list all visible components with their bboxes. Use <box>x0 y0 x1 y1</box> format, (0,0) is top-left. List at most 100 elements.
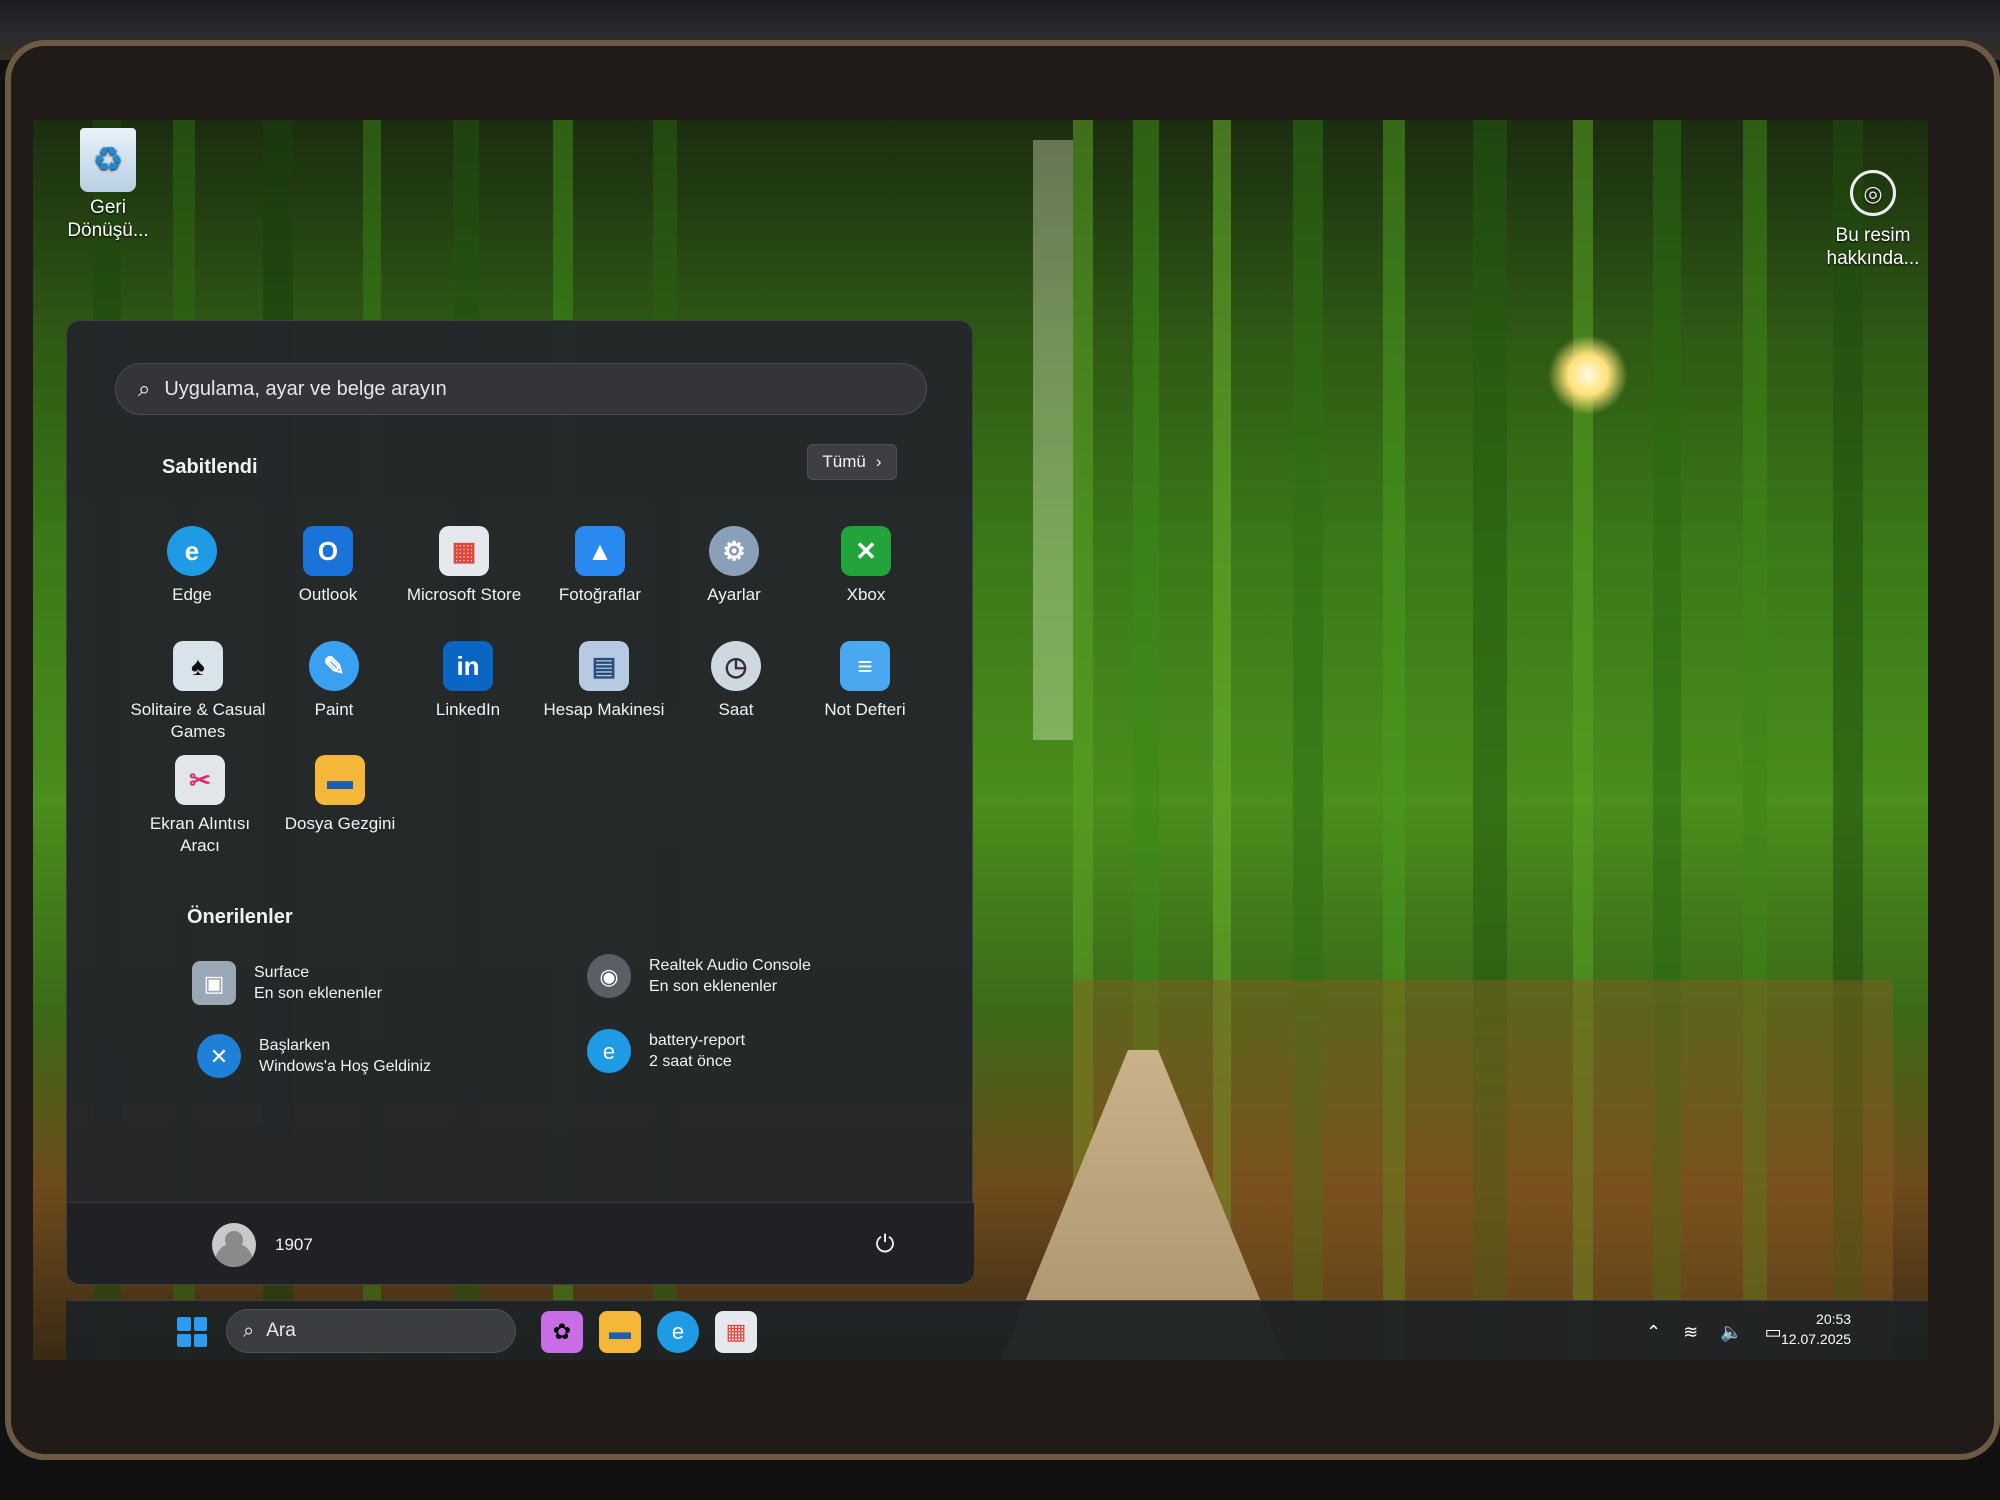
chevron-right-icon: › <box>875 452 882 471</box>
clock-icon: ◷ <box>711 641 761 691</box>
pinned-section-title: Sabitlendi <box>162 456 258 478</box>
taskbar-search-input[interactable]: ⌕ Ara <box>226 1309 516 1353</box>
pinned-app-label: Ayarlar <box>707 585 761 604</box>
pinned-app-label: Saat <box>718 700 754 719</box>
desktop: ♻ Geri Dönüşü... ◎ Bu resim hakkında... … <box>33 120 1928 1360</box>
pinned-app-label: Not Defteri <box>824 700 906 719</box>
outlook-icon: O <box>303 526 353 576</box>
about-picture-label: Bu resim hakkında... <box>1826 225 1920 269</box>
snipping-tool-icon: ✂ <box>175 755 225 805</box>
chevron-up-icon[interactable]: ⌃ <box>1646 1322 1661 1343</box>
start-search-placeholder: Uygulama, ayar ve belge arayın <box>164 377 447 400</box>
file-explorer-icon: ▬ <box>609 1319 631 1344</box>
pinned-app-label: Edge <box>172 585 212 604</box>
pinned-app-edge[interactable]: e Edge <box>122 526 262 606</box>
pinned-app-notepad[interactable]: ≡ Not Defteri <box>795 641 935 721</box>
recommended-title: Realtek Audio Console <box>649 957 811 974</box>
pinned-app-clock[interactable]: ◷ Saat <box>666 641 806 721</box>
pinned-app-label: Hesap Makinesi <box>543 700 665 719</box>
all-apps-label: Tümü <box>822 452 866 471</box>
edge-icon: e <box>671 1319 685 1344</box>
linkedin-icon: in <box>443 641 493 691</box>
notepad-icon: ≡ <box>840 641 890 691</box>
surface-icon: ▣ <box>192 961 236 1005</box>
taskbar-store-button[interactable]: ▦ <box>715 1311 757 1353</box>
sunlight <box>1548 335 1628 415</box>
pinned-app-paint[interactable]: ✎ Paint <box>264 641 404 721</box>
clock-date: 12.07.2025 <box>1781 1331 1852 1347</box>
recommended-subtitle: Windows'a Hoş Geldiniz <box>259 1058 432 1075</box>
recommended-title: Başlarken <box>259 1037 331 1054</box>
recycle-bin-desktop-icon[interactable]: ♻ Geri Dönüşü... <box>53 120 163 242</box>
start-search-input[interactable]: ⌕ Uygulama, ayar ve belge arayın <box>115 363 927 415</box>
power-button[interactable]: ⏻ <box>865 1225 905 1265</box>
start-button[interactable] <box>171 1311 213 1353</box>
file-explorer-icon: ▬ <box>315 755 365 805</box>
taskbar-file-explorer-button[interactable]: ▬ <box>599 1311 641 1353</box>
pinned-app-microsoft-store[interactable]: ▦ Microsoft Store <box>394 526 534 606</box>
wifi-icon[interactable]: ≋ <box>1683 1322 1698 1343</box>
recommended-subtitle: En son eklenenler <box>254 985 383 1002</box>
start-menu-footer: 1907 ⏻ <box>67 1202 974 1284</box>
settings-gear-icon: ⚙ <box>709 526 759 576</box>
recommended-item[interactable]: ▣ Surface En son eklenenler <box>192 961 382 1005</box>
pinned-app-label: Xbox <box>846 585 886 604</box>
pinned-app-label: Paint <box>314 700 354 719</box>
user-avatar[interactable] <box>212 1223 256 1267</box>
recommended-item[interactable]: e battery-report 2 saat önce <box>587 1029 745 1073</box>
copilot-icon: ✿ <box>552 1319 572 1344</box>
pinned-app-label: Solitaire & Casual Games <box>130 700 266 741</box>
recommended-section-title: Önerilenler <box>187 906 293 928</box>
taskbar-clock[interactable]: 20:53 12.07.2025 <box>1781 1309 1851 1349</box>
windows-logo-icon <box>177 1333 191 1347</box>
pinned-app-label: Outlook <box>298 585 358 604</box>
microsoft-store-icon: ▦ <box>439 526 489 576</box>
solitaire-icon: ♠ <box>173 641 223 691</box>
recommended-title: Surface <box>254 964 310 981</box>
pinned-app-snipping-tool[interactable]: ✂ Ekran Alıntısı Aracı <box>130 755 270 857</box>
power-icon: ⏻ <box>875 1231 895 1258</box>
recommended-subtitle: En son eklenenler <box>649 978 778 995</box>
pinned-app-label: Fotoğraflar <box>558 585 642 604</box>
recommended-item[interactable]: ◉ Realtek Audio Console En son eklenenle… <box>587 954 811 998</box>
xbox-icon: ✕ <box>841 526 891 576</box>
calculator-icon: ▤ <box>579 641 629 691</box>
pinned-app-file-explorer[interactable]: ▬ Dosya Gezgini <box>270 755 410 835</box>
edge-document-icon: e <box>587 1029 631 1073</box>
pinned-app-linkedin[interactable]: in LinkedIn <box>398 641 538 721</box>
recommended-title: battery-report <box>649 1032 746 1049</box>
pinned-app-label: Microsoft Store <box>406 585 522 604</box>
clock-time: 20:53 <box>1816 1311 1852 1327</box>
taskbar: ⌕ Ara ✿ ▬ e ▦ ⌃ ≋ 🔈 ▭ 20:53 12.07.2025 <box>66 1300 1928 1360</box>
search-icon: ⌕ <box>243 1319 255 1342</box>
realtek-audio-icon: ◉ <box>587 954 631 998</box>
camera-icon: ◎ <box>1850 170 1896 216</box>
windows-logo-icon <box>177 1317 191 1331</box>
pinned-app-photos[interactable]: ▲ Fotoğraflar <box>530 526 670 606</box>
pinned-app-settings[interactable]: ⚙ Ayarlar <box>664 526 804 606</box>
taskbar-search-placeholder: Ara <box>266 1320 296 1341</box>
volume-icon[interactable]: 🔈 <box>1720 1322 1742 1343</box>
edge-icon: e <box>167 526 217 576</box>
device-photo: ♻ Geri Dönüşü... ◎ Bu resim hakkında... … <box>0 0 2000 1500</box>
about-picture-desktop-icon[interactable]: ◎ Bu resim hakkında... <box>1813 170 1928 270</box>
get-started-icon: ✕ <box>197 1034 241 1078</box>
user-name[interactable]: 1907 <box>275 1235 313 1255</box>
taskbar-edge-button[interactable]: e <box>657 1311 699 1353</box>
pinned-app-label: Ekran Alıntısı Aracı <box>149 814 251 855</box>
windows-logo-icon <box>193 1333 207 1347</box>
pinned-app-xbox[interactable]: ✕ Xbox <box>796 526 936 606</box>
pinned-app-calculator[interactable]: ▤ Hesap Makinesi <box>534 641 674 721</box>
system-tray: ⌃ ≋ 🔈 ▭ <box>1646 1311 1782 1353</box>
battery-icon[interactable]: ▭ <box>1765 1322 1782 1343</box>
paint-icon: ✎ <box>309 641 359 691</box>
recommended-subtitle: 2 saat önce <box>649 1053 732 1070</box>
recommended-item[interactable]: ✕ Başlarken Windows'a Hoş Geldiniz <box>197 1034 431 1078</box>
pinned-app-label: LinkedIn <box>435 700 501 719</box>
pinned-app-outlook[interactable]: O Outlook <box>258 526 398 606</box>
microsoft-store-icon: ▦ <box>725 1319 747 1344</box>
photos-icon: ▲ <box>575 526 625 576</box>
taskbar-copilot-button[interactable]: ✿ <box>541 1311 583 1353</box>
pinned-app-solitaire[interactable]: ♠ Solitaire & Casual Games <box>128 641 268 743</box>
all-apps-button[interactable]: Tümü › <box>807 444 897 480</box>
